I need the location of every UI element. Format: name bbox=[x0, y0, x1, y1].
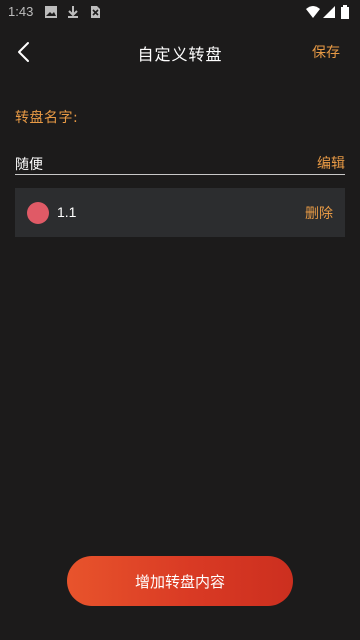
item-color-dot bbox=[27, 202, 49, 224]
status-time: 1:43 bbox=[8, 4, 34, 19]
wheel-name-value: 随便 bbox=[15, 157, 43, 173]
image-icon bbox=[45, 6, 57, 18]
no-sim-icon bbox=[91, 6, 100, 18]
nav-bar: 自定义转盘 保存 bbox=[0, 24, 360, 80]
add-wheel-content-button[interactable]: 增加转盘内容 bbox=[67, 556, 293, 606]
battery-icon bbox=[341, 5, 349, 19]
download-icon bbox=[68, 6, 78, 18]
wifi-icon bbox=[306, 6, 320, 18]
list-item: 1.1 删除 bbox=[15, 188, 345, 237]
edit-button[interactable]: 编辑 bbox=[317, 153, 345, 173]
signal-icon bbox=[323, 6, 335, 18]
status-bar: 1:43 bbox=[0, 0, 360, 24]
page-title: 自定义转盘 bbox=[137, 45, 223, 64]
item-label: 1.1 bbox=[57, 204, 77, 220]
save-button[interactable]: 保存 bbox=[312, 42, 340, 62]
wheel-name-label: 转盘名字: bbox=[15, 110, 79, 126]
delete-button[interactable]: 删除 bbox=[305, 203, 333, 223]
wheel-name-row: 随便 编辑 bbox=[15, 150, 345, 175]
